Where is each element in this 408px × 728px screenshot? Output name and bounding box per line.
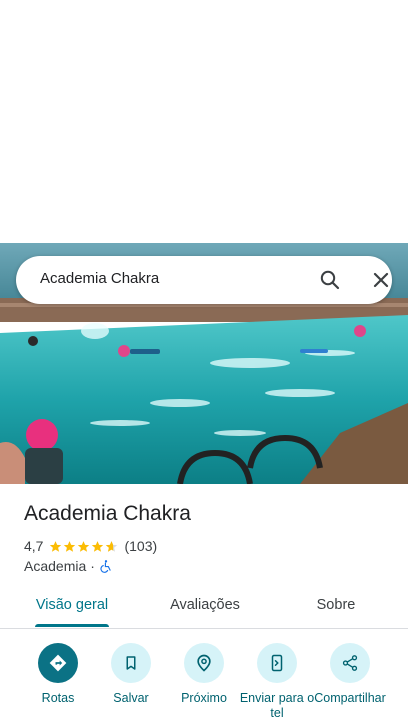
send-to-phone-button-circle [257,643,297,683]
tab-reviews[interactable]: Avaliações [160,586,250,626]
save-button[interactable]: Salvar [93,643,169,706]
nearby-label: Próximo [181,691,227,705]
send-to-phone-label: Enviar para o tel [239,691,315,720]
reviews-count: (103) [124,538,158,554]
search-query[interactable]: Academia Chakra [40,270,159,287]
share-label: Compartilhar [314,691,386,705]
category-row: Academia · [24,557,113,575]
place-details-page: Academia Chakra Academia Chakra 4,7 (103… [0,0,408,728]
rating-value: 4,7 [24,538,44,554]
star-icon [92,540,104,552]
tab-bar: Visão geral Avaliações Sobre [0,586,408,629]
share-icon [342,655,358,671]
directions-button-circle [38,643,78,683]
star-icon [64,540,76,552]
half-star-icon [106,540,118,552]
share-button-circle [330,643,370,683]
send-to-phone-button[interactable]: Enviar para o tel [239,643,315,721]
search-icon[interactable] [318,268,342,292]
category-separator: · [90,558,95,574]
save-button-circle [111,643,151,683]
nearby-icon [197,654,211,672]
close-icon[interactable] [369,268,393,292]
send-to-phone-icon [271,654,283,672]
nearby-button-circle [184,643,224,683]
rating-row[interactable]: 4,7 (103) [24,537,157,555]
directions-button[interactable]: Rotas [20,643,96,706]
rating-stars [49,540,119,553]
search-bar[interactable]: Academia Chakra [16,256,392,304]
nearby-button[interactable]: Próximo [166,643,242,706]
share-button[interactable]: Compartilhar [312,643,388,706]
star-icon [78,540,90,552]
wheelchair-icon [100,560,111,573]
category-label: Academia [24,558,87,574]
tab-about[interactable]: Sobre [306,586,366,626]
directions-label: Rotas [41,691,75,705]
tab-overview[interactable]: Visão geral [30,586,114,626]
directions-icon [49,654,67,672]
star-icon [50,540,62,552]
bookmark-icon [126,656,136,670]
place-title: Academia Chakra [24,502,191,525]
save-label: Salvar [113,691,149,705]
active-tab-indicator [35,624,109,627]
